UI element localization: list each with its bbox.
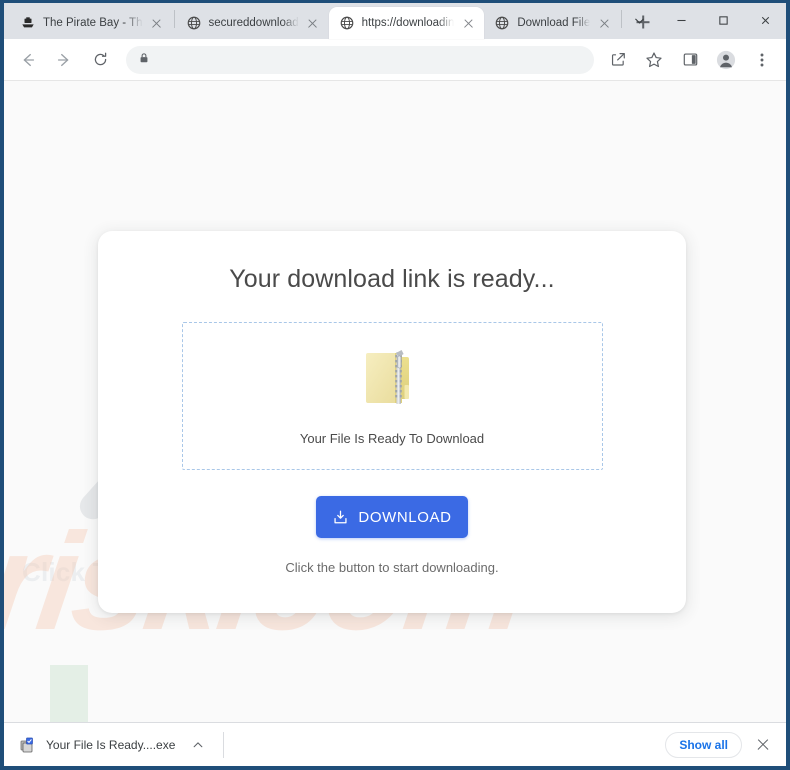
reload-icon[interactable] [85, 45, 115, 75]
chevron-up-icon[interactable] [189, 736, 207, 754]
side-panel-icon[interactable] [675, 45, 705, 75]
page-title: Your download link is ready... [229, 265, 555, 293]
tab-close-icon[interactable] [149, 15, 165, 31]
tab-close-icon[interactable] [460, 15, 476, 31]
installer-exe-icon [18, 736, 36, 754]
pirate-ship-icon [20, 15, 36, 31]
globe-icon [494, 15, 510, 31]
address-bar[interactable] [126, 45, 594, 74]
download-shelf-item[interactable]: Your File Is Ready....exe [18, 730, 217, 760]
browser-tab-2[interactable]: secureddownload [176, 7, 329, 39]
tab-strip: The Pirate Bay - Th secureddownload http… [4, 3, 786, 39]
close-shelf-icon[interactable] [750, 732, 776, 758]
file-dropzone[interactable]: Your File Is Ready To Download [181, 322, 603, 470]
globe-icon [186, 15, 202, 31]
download-shelf: Your File Is Ready....exe Show all [4, 722, 786, 766]
browser-toolbar [4, 39, 786, 81]
download-caption: Click the button to start downloading. [285, 560, 499, 575]
tab-search-chevron-icon[interactable] [618, 3, 660, 37]
lock-icon [138, 51, 150, 69]
down-arrow-icon [50, 665, 88, 722]
zip-folder-icon [366, 349, 409, 404]
download-button[interactable]: DOWNLOAD [316, 496, 468, 538]
download-button-label: DOWNLOAD [358, 508, 452, 526]
download-card: Your download link is ready... Your File… [98, 231, 686, 613]
browser-tab-3-active[interactable]: https://downloadin [328, 7, 485, 39]
tab-close-icon[interactable] [596, 15, 612, 31]
tab-title: https://downloadin [361, 17, 455, 29]
download-filename: Your File Is Ready....exe [46, 737, 176, 752]
tab-title: The Pirate Bay - Th [43, 17, 143, 29]
profile-avatar-icon[interactable] [711, 45, 741, 75]
browser-tab-1[interactable]: The Pirate Bay - Th [10, 7, 173, 39]
back-arrow-icon[interactable] [13, 45, 43, 75]
tab-title: secureddownload [208, 17, 299, 29]
three-dot-menu-icon[interactable] [747, 45, 777, 75]
window-controls [618, 3, 786, 37]
download-tray-icon [332, 509, 349, 526]
tab-divider [173, 9, 175, 28]
maximize-button[interactable] [702, 3, 744, 37]
toolbar-right-group [600, 45, 780, 75]
tab-close-icon[interactable] [305, 15, 321, 31]
tab-title: Download File [517, 17, 591, 29]
forward-arrow-icon[interactable] [49, 45, 79, 75]
minimize-button[interactable] [660, 3, 702, 37]
dropzone-label: Your File Is Ready To Download [299, 430, 485, 446]
close-window-button[interactable] [744, 3, 786, 37]
star-icon[interactable] [639, 45, 669, 75]
browser-tab-4[interactable]: Download File [484, 7, 620, 39]
page-viewport: PC Click To View risk.com Your download … [4, 81, 786, 722]
shelf-divider [223, 731, 225, 758]
browser-window: The Pirate Bay - Th secureddownload http… [0, 0, 790, 770]
show-all-button[interactable]: Show all [665, 731, 742, 758]
globe-icon [339, 15, 355, 31]
share-icon[interactable] [603, 45, 633, 75]
